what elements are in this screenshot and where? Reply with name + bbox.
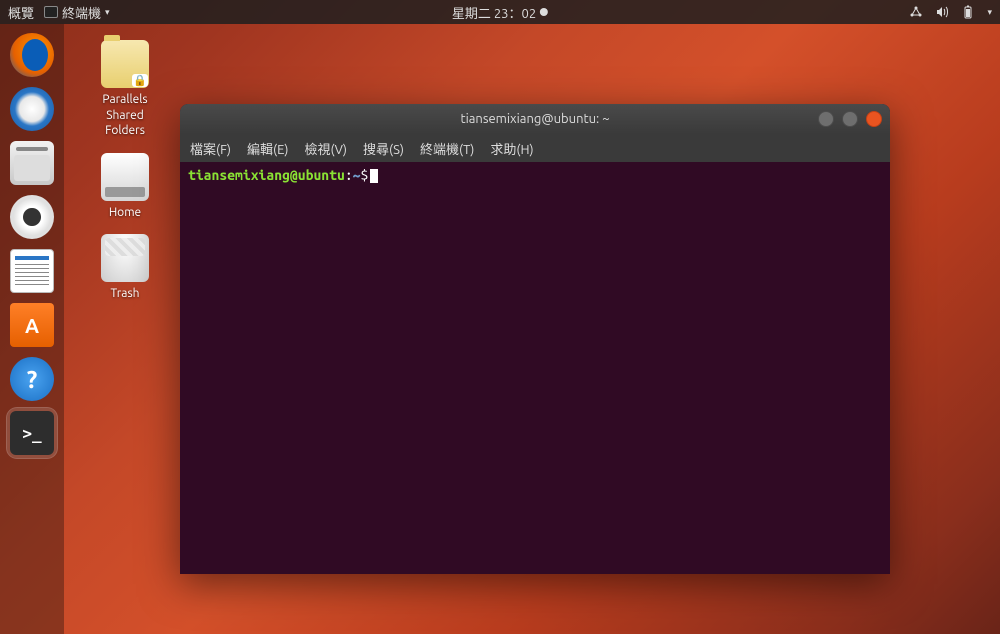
menubar: 檔案(F) 編輯(E) 檢視(V) 搜尋(S) 終端機(T) 求助(H) [180,134,890,162]
help-icon: ? [10,357,54,401]
dock-software[interactable]: A [7,300,57,350]
desktop-icon-label: Home [109,205,141,221]
chevron-down-icon[interactable]: ▾ [987,7,992,18]
desktop-icon-home[interactable]: Home [80,153,170,221]
disk-icon [101,153,149,201]
dock-rhythmbox[interactable] [7,192,57,242]
folder-icon [101,40,149,88]
app-menu-label: 終端機 [62,3,101,22]
close-button[interactable] [866,111,882,127]
volume-icon[interactable] [935,5,949,19]
chevron-down-icon: ▾ [105,7,110,18]
system-tray: ▾ [909,5,992,19]
top-panel: 概覽 終端機 ▾ 星期二 23：02 ▾ [0,0,1000,24]
terminal-icon [10,411,54,455]
prompt-symbol: $ [361,167,369,183]
notification-dot-icon [540,8,548,16]
prompt-path: ~ [353,167,361,183]
menu-view[interactable]: 檢視(V) [305,139,347,158]
desktop-icon-label: Parallels Shared Folders [102,92,147,139]
menu-help[interactable]: 求助(H) [490,139,533,158]
dock-files[interactable] [7,138,57,188]
firefox-icon [10,33,54,77]
desktop-icon-trash[interactable]: Trash [80,234,170,302]
maximize-button[interactable] [842,111,858,127]
desktop-icon-label: Trash [110,286,139,302]
software-center-icon: A [10,303,54,347]
terminal-mini-icon [44,6,58,18]
writer-icon [10,249,54,293]
prompt-separator: : [345,167,353,183]
dock-help[interactable]: ? [7,354,57,404]
window-controls [818,111,882,127]
dock-firefox[interactable] [7,30,57,80]
clock-label: 星期二 23：02 [452,3,536,22]
clock[interactable]: 星期二 23：02 [452,3,548,22]
desktop-icons: Parallels Shared Folders Home Trash [80,40,170,302]
menu-search[interactable]: 搜尋(S) [363,139,404,158]
app-menu[interactable]: 終端機 ▾ [44,3,110,22]
menu-edit[interactable]: 編輯(E) [247,139,288,158]
activities-button[interactable]: 概覽 [8,3,34,22]
thunderbird-icon [10,87,54,131]
menu-file[interactable]: 檔案(F) [190,139,231,158]
terminal-body[interactable]: tiansemixiang@ubuntu:~$ [180,162,890,574]
window-title: tiansemixiang@ubuntu: ~ [460,112,609,126]
text-cursor [370,169,378,183]
dock-thunderbird[interactable] [7,84,57,134]
dock: A ? [0,24,64,634]
battery-icon[interactable] [961,5,975,19]
network-icon[interactable] [909,5,923,19]
window-titlebar[interactable]: tiansemixiang@ubuntu: ~ [180,104,890,134]
rhythmbox-icon [10,195,54,239]
dock-writer[interactable] [7,246,57,296]
minimize-button[interactable] [818,111,834,127]
trash-icon [101,234,149,282]
dock-terminal[interactable] [7,408,57,458]
desktop-icon-parallels-shared[interactable]: Parallels Shared Folders [80,40,170,139]
files-icon [10,141,54,185]
terminal-window: tiansemixiang@ubuntu: ~ 檔案(F) 編輯(E) 檢視(V… [180,104,890,574]
menu-terminal[interactable]: 終端機(T) [420,139,474,158]
prompt-user-host: tiansemixiang@ubuntu [188,167,345,183]
